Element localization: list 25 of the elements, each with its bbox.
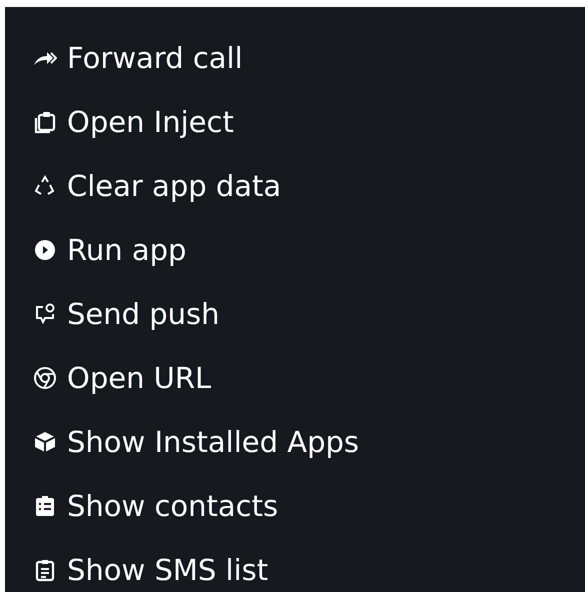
chat-bubble-icon (33, 302, 57, 326)
menu-item-label: Run app (67, 233, 186, 267)
menu-item[interactable]: Forward call (5, 26, 585, 90)
cube-icon (33, 430, 57, 454)
menu-item[interactable]: Clear app data (5, 154, 585, 218)
menu-item-label: Show SMS list (67, 553, 268, 587)
menu-item-label: Show Installed Apps (67, 425, 359, 459)
menu-item-label: Forward call (67, 41, 243, 75)
menu-item[interactable]: Open Inject (5, 90, 585, 154)
menu-item[interactable]: Send push (5, 282, 585, 346)
clipboard-text-icon (33, 558, 57, 582)
menu-item[interactable]: Show Installed Apps (5, 410, 585, 474)
menu-item[interactable]: Show contacts (5, 474, 585, 538)
menu-item-label: Show contacts (67, 489, 278, 523)
menu-item-label: Open Inject (67, 105, 234, 139)
circle-logo-icon (33, 366, 57, 390)
menu-item[interactable]: Run app (5, 218, 585, 282)
checklist-icon (33, 494, 57, 518)
menu-item[interactable]: Show SMS list (5, 538, 585, 592)
play-circle-icon (33, 238, 57, 262)
clipboard-icon (33, 110, 57, 134)
menu-item-label: Open URL (67, 361, 212, 395)
menu-item[interactable]: Open URL (5, 346, 585, 410)
menu-item-label: Send push (67, 297, 220, 331)
menu-item-label: Clear app data (67, 169, 282, 203)
